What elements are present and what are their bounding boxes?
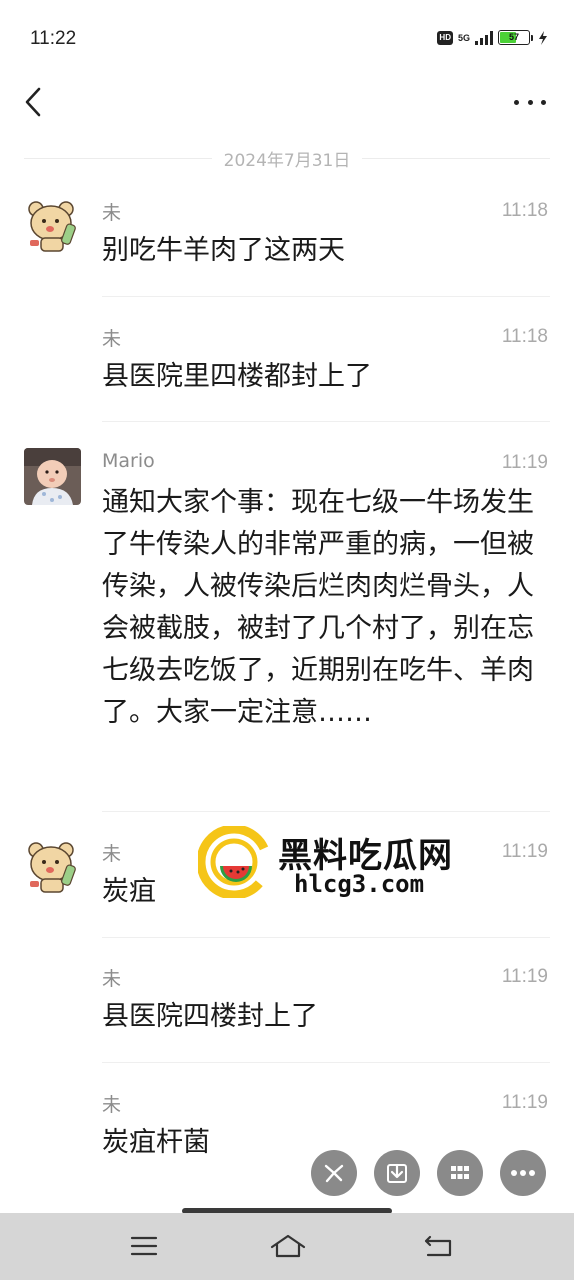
battery-level: 57 (508, 32, 519, 42)
watermark: 黑料吃瓜网 hlcg3.com (198, 826, 478, 901)
share-icon (324, 1164, 344, 1183)
menu-button[interactable] (124, 1229, 164, 1263)
grid-icon (451, 1166, 469, 1179)
message-text: 县医院里四楼都封上了 (102, 361, 372, 392)
sender-name: 未 (102, 328, 122, 350)
date-label: 2024年7月31日 (223, 150, 351, 171)
sender-name: 未 (102, 1094, 122, 1116)
bear-avatar-icon (24, 837, 81, 894)
more-icon (511, 1170, 535, 1176)
message-time: 11:19 (501, 452, 548, 473)
system-back-button[interactable] (418, 1229, 458, 1263)
battery-tip (531, 34, 533, 41)
message-text: 县医院四楼封上了 (102, 1001, 318, 1032)
message-text: 通知大家个事：现在七级一牛场发生了牛传染人的非常严重的病，一但被传染，人被传染后… (102, 487, 534, 728)
chevron-left-icon (25, 87, 41, 117)
watermark-url: hlcg3.com (294, 870, 425, 898)
ellipsis-icon (514, 99, 519, 105)
bear-avatar-icon (24, 196, 81, 253)
message-divider (102, 811, 550, 812)
status-bar: 11:22 HD 5G 57 (0, 0, 574, 80)
status-icons: HD 5G 57 (437, 30, 548, 45)
chat-message[interactable]: 未 11:18 县医院里四楼都封上了 (0, 316, 574, 426)
sender-name: 未 (102, 202, 122, 224)
back-button[interactable] (18, 84, 48, 120)
message-time: 11:19 (501, 966, 548, 987)
sender-name: 未 (102, 843, 122, 865)
floating-actions (311, 1150, 551, 1198)
message-time: 11:19 (501, 841, 548, 862)
hd-icon: HD (437, 30, 453, 45)
message-divider (102, 421, 550, 422)
chat-message[interactable]: Mario 11:19 通知大家个事：现在七级一牛场发生了牛传染人的非常严重的病… (0, 442, 574, 814)
top-nav (0, 80, 574, 124)
home-icon (270, 1234, 306, 1258)
sender-name: Mario (102, 450, 155, 472)
avatar[interactable] (24, 837, 81, 894)
more-actions-button[interactable] (500, 1150, 546, 1196)
baby-photo-icon (24, 448, 81, 505)
chat-message[interactable]: 未 11:19 县医院四楼封上了 (0, 956, 574, 1066)
download-icon (387, 1163, 407, 1183)
battery-icon: 57 (498, 30, 530, 45)
grid-button[interactable] (437, 1150, 483, 1196)
message-text: 别吃牛羊肉了这两天 (102, 235, 345, 266)
message-time: 11:18 (501, 200, 548, 221)
home-button[interactable] (267, 1229, 309, 1263)
message-divider (102, 1062, 550, 1063)
avatar[interactable] (24, 196, 81, 253)
charging-icon (539, 30, 547, 45)
sender-name: 未 (102, 968, 122, 990)
avatar[interactable] (24, 448, 81, 505)
signal-icon (475, 30, 493, 45)
download-button[interactable] (374, 1150, 420, 1196)
share-button[interactable] (311, 1150, 357, 1196)
message-divider (102, 937, 550, 938)
message-divider (102, 296, 550, 297)
more-options-button[interactable] (514, 92, 546, 112)
message-time: 11:19 (501, 1092, 548, 1113)
date-divider: 2024年7月31日 (24, 146, 550, 171)
watermelon-logo-icon (198, 826, 270, 898)
system-nav-bar (0, 1213, 574, 1280)
status-time: 11:22 (30, 28, 77, 49)
network-type-label: 5G (457, 32, 470, 43)
message-time: 11:18 (501, 326, 548, 347)
return-icon (424, 1235, 452, 1257)
chat-message[interactable]: 未 11:18 别吃牛羊肉了这两天 (0, 190, 574, 300)
menu-icon (130, 1236, 158, 1256)
